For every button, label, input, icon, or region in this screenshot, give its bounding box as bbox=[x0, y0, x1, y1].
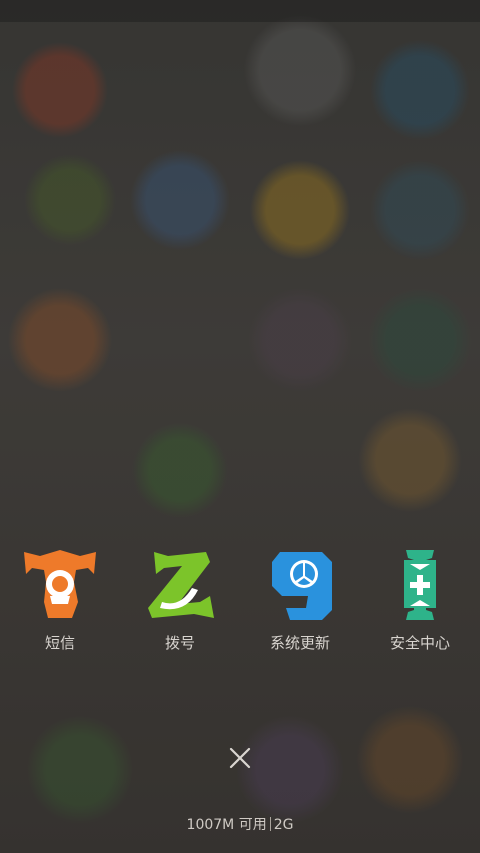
blurred-home-background bbox=[0, 0, 480, 853]
shortcut-row: 短信 拨号 系统更新 安全中心 bbox=[0, 548, 480, 658]
shortcut-sms[interactable]: 短信 bbox=[10, 548, 110, 658]
shortcut-label: 安全中心 bbox=[389, 634, 450, 652]
shortcut-label: 拨号 bbox=[164, 634, 195, 652]
memory-divider bbox=[269, 817, 271, 831]
shortcut-security-center[interactable]: 安全中心 bbox=[370, 548, 470, 658]
status-bar bbox=[0, 0, 480, 22]
shortcut-dialer[interactable]: 拨号 bbox=[130, 548, 230, 658]
shortcut-label: 短信 bbox=[44, 634, 75, 652]
shortcut-system-update[interactable]: 系统更新 bbox=[250, 548, 350, 658]
letter-i-security-icon bbox=[404, 550, 436, 620]
letter-z-dialer-icon bbox=[148, 552, 214, 618]
letter-t-sms-icon bbox=[24, 550, 96, 618]
close-icon bbox=[229, 747, 251, 769]
memory-available: 1007M 可用 bbox=[186, 817, 267, 833]
memory-status: 1007M 可用 2G bbox=[0, 814, 480, 834]
memory-total: 2G bbox=[273, 817, 294, 833]
close-button[interactable] bbox=[220, 738, 260, 778]
letter-9-update-icon bbox=[272, 552, 332, 620]
shortcut-label: 系统更新 bbox=[269, 634, 330, 652]
